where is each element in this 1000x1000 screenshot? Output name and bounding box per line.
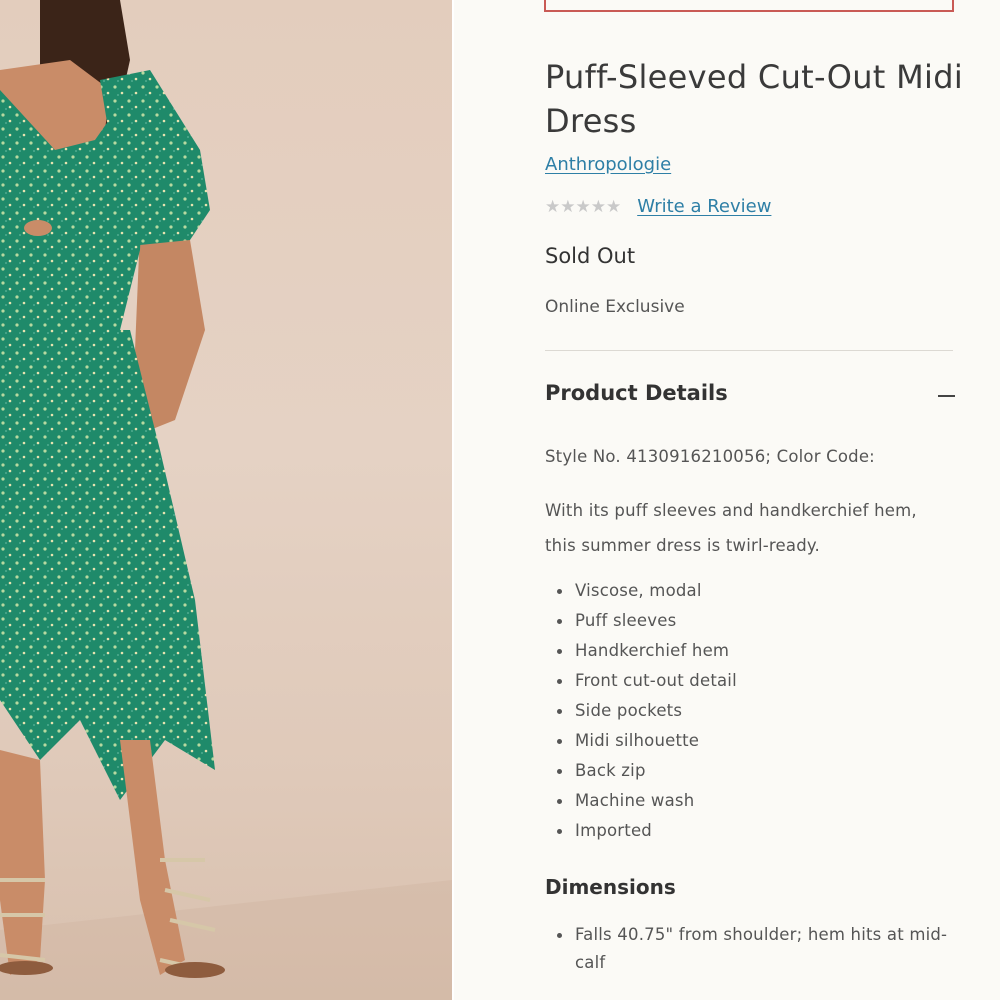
list-item: Handkerchief hem (557, 636, 737, 666)
rating-row: ★★★★★ Write a Review (545, 196, 771, 217)
availability-status: Sold Out (545, 244, 636, 268)
section-divider (545, 350, 953, 351)
list-item: Front cut-out detail (557, 666, 737, 696)
style-number: Style No. 4130916210056; Color Code: (545, 447, 875, 466)
list-item: Back zip (557, 756, 737, 786)
online-exclusive-badge: Online Exclusive (545, 297, 685, 317)
product-page: Puff-Sleeved Cut-Out Midi Dress Anthropo… (0, 0, 1000, 1000)
minus-icon[interactable] (936, 383, 956, 407)
product-info-panel: Puff-Sleeved Cut-Out Midi Dress Anthropo… (454, 0, 1000, 1000)
list-item: Imported (557, 816, 737, 846)
product-image[interactable] (0, 0, 452, 1000)
brand-link[interactable]: Anthropologie (545, 154, 671, 175)
model-illustration (0, 0, 452, 1000)
product-title: Puff-Sleeved Cut-Out Midi Dress (545, 58, 964, 140)
list-item: Falls 40.75" from shoulder; hem hits at … (557, 921, 957, 977)
product-details-header[interactable]: Product Details (545, 381, 728, 405)
dimensions-header: Dimensions (545, 875, 676, 899)
dimensions-list: Falls 40.75" from shoulder; hem hits at … (557, 921, 957, 977)
star-rating-icon: ★★★★★ (545, 196, 622, 217)
list-item: Side pockets (557, 696, 737, 726)
product-description: With its puff sleeves and handkerchief h… (545, 501, 917, 555)
write-review-link[interactable]: Write a Review (637, 196, 771, 217)
alert-box (544, 0, 954, 12)
feature-list: Viscose, modal Puff sleeves Handkerchief… (557, 576, 737, 846)
list-item: Machine wash (557, 786, 737, 816)
list-item: Viscose, modal (557, 576, 737, 606)
list-item: Puff sleeves (557, 606, 737, 636)
list-item: Midi silhouette (557, 726, 737, 756)
